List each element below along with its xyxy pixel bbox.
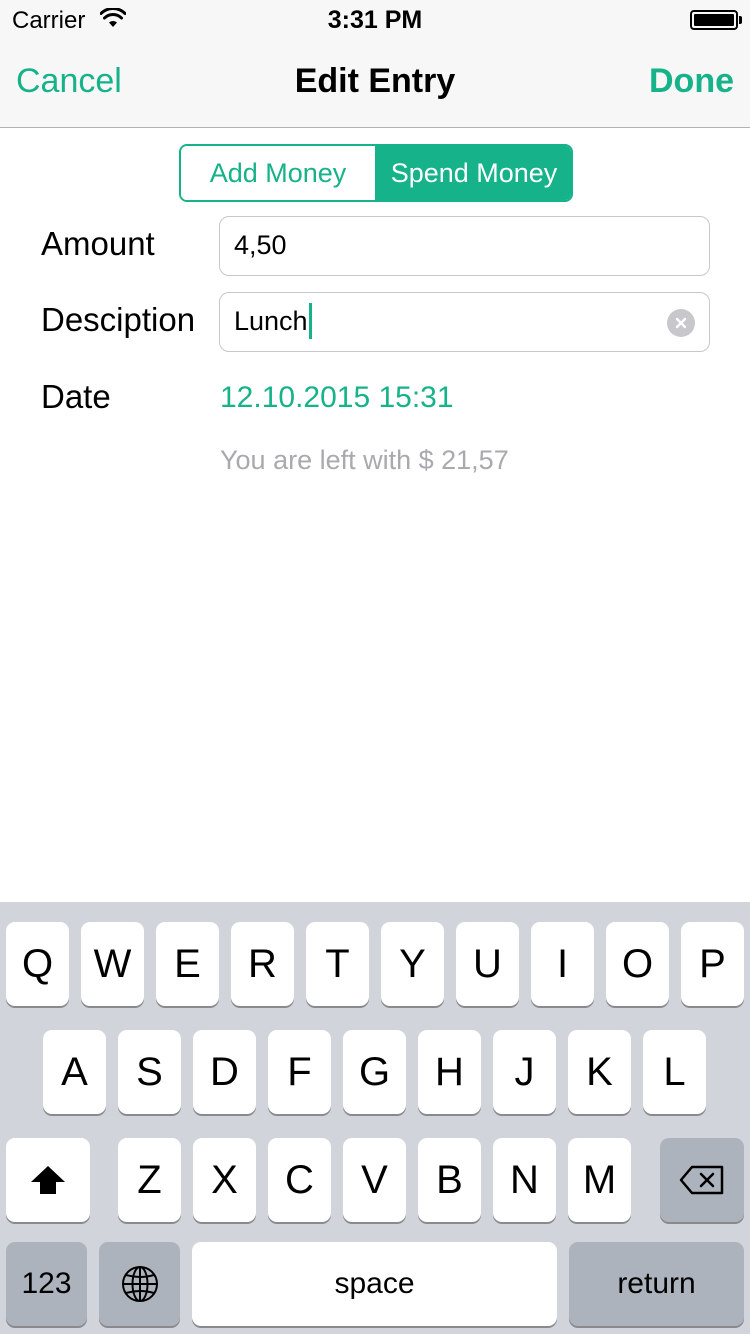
globe-key[interactable] <box>99 1242 180 1326</box>
navigation-bar: Cancel Edit Entry Done <box>0 40 750 128</box>
numbers-key[interactable]: 123 <box>6 1242 87 1326</box>
key-i[interactable]: I <box>531 922 594 1006</box>
key-q[interactable]: Q <box>6 922 69 1006</box>
description-text: Lunch <box>234 302 312 339</box>
return-key[interactable]: return <box>569 1242 744 1326</box>
done-button[interactable]: Done <box>649 62 734 101</box>
key-s[interactable]: S <box>118 1030 181 1114</box>
description-label: Desciption <box>41 301 196 338</box>
spend-money-segment[interactable]: Spend Money <box>377 146 571 200</box>
shift-key[interactable] <box>6 1138 90 1222</box>
key-d[interactable]: D <box>193 1030 256 1114</box>
add-money-segment[interactable]: Add Money <box>181 146 377 200</box>
key-a[interactable]: A <box>43 1030 106 1114</box>
text-cursor <box>308 302 312 339</box>
cancel-button[interactable]: Cancel <box>16 62 122 101</box>
key-z[interactable]: Z <box>118 1138 181 1222</box>
key-k[interactable]: K <box>568 1030 631 1114</box>
key-c[interactable]: C <box>268 1138 331 1222</box>
key-o[interactable]: O <box>606 922 669 1006</box>
key-j[interactable]: J <box>493 1030 556 1114</box>
description-value: Lunch <box>234 306 308 336</box>
description-field[interactable]: Lunch <box>219 292 710 352</box>
delete-icon <box>679 1165 724 1195</box>
delete-key[interactable] <box>660 1138 744 1222</box>
key-u[interactable]: U <box>456 922 519 1006</box>
key-g[interactable]: G <box>343 1030 406 1114</box>
key-p[interactable]: P <box>681 922 744 1006</box>
key-n[interactable]: N <box>493 1138 556 1222</box>
amount-label: Amount <box>41 225 155 262</box>
date-picker-value[interactable]: 12.10.2015 15:31 <box>220 381 454 415</box>
key-e[interactable]: E <box>156 922 219 1006</box>
space-key[interactable]: space <box>192 1242 557 1326</box>
clear-text-button[interactable] <box>667 309 695 337</box>
battery-icon <box>690 10 738 30</box>
key-l[interactable]: L <box>643 1030 706 1114</box>
status-bar: Carrier 3:31 PM <box>0 0 750 40</box>
key-w[interactable]: W <box>81 922 144 1006</box>
money-type-segmented-control: Add Money Spend Money <box>179 144 573 202</box>
key-t[interactable]: T <box>306 922 369 1006</box>
key-h[interactable]: H <box>418 1030 481 1114</box>
shift-icon <box>31 1166 65 1194</box>
remaining-balance-text: You are left with $ 21,57 <box>220 445 509 475</box>
clock: 3:31 PM <box>327 6 423 34</box>
date-label: Date <box>41 378 111 415</box>
clear-icon <box>675 317 687 329</box>
key-b[interactable]: B <box>418 1138 481 1222</box>
globe-icon <box>121 1266 158 1302</box>
key-m[interactable]: M <box>568 1138 631 1222</box>
key-v[interactable]: V <box>343 1138 406 1222</box>
keyboard: Q W E R T Y U I O P A S D F G H J K L Z … <box>0 902 750 1334</box>
key-y[interactable]: Y <box>381 922 444 1006</box>
key-f[interactable]: F <box>268 1030 331 1114</box>
battery-tip <box>739 16 742 24</box>
key-x[interactable]: X <box>193 1138 256 1222</box>
amount-value: 4,50 <box>234 230 287 260</box>
amount-field[interactable]: 4,50 <box>219 216 710 276</box>
key-r[interactable]: R <box>231 922 294 1006</box>
